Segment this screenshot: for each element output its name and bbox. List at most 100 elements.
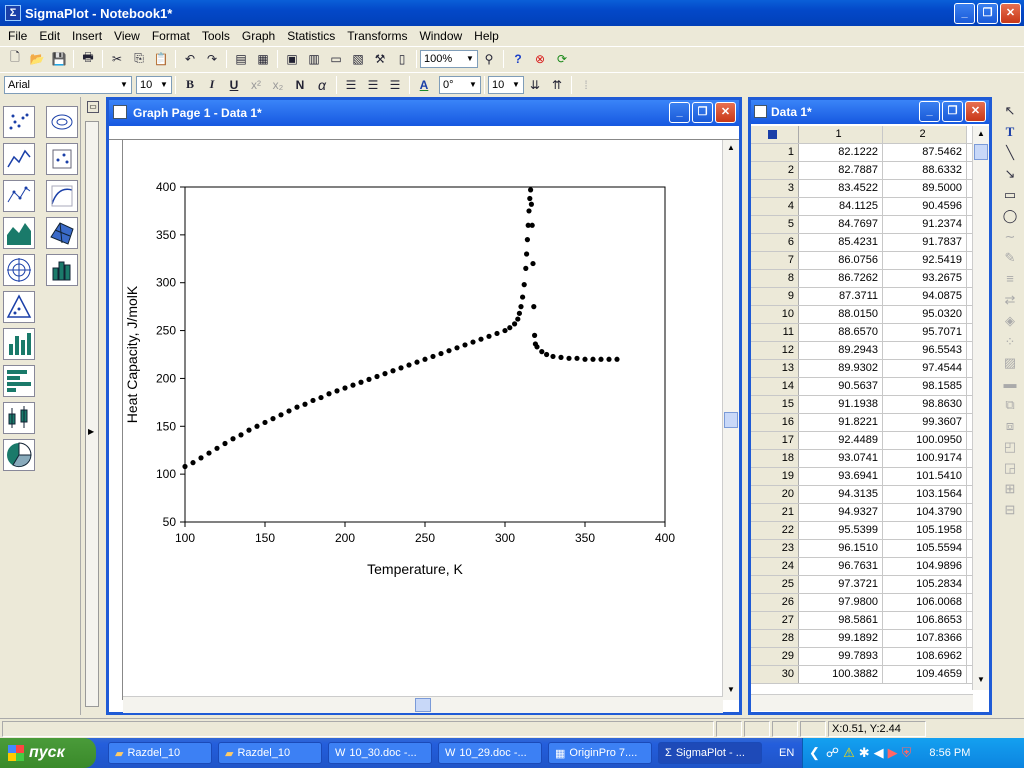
subscript-icon[interactable]: x₂ [267, 75, 289, 95]
table-cell[interactable]: 91.2374 [883, 216, 967, 233]
scroll-down-icon[interactable]: ▼ [724, 682, 738, 698]
rectangle-tool-icon[interactable]: ▭ [996, 184, 1024, 205]
row-header[interactable]: 27 [751, 612, 799, 629]
table-cell[interactable]: 93.0741 [799, 450, 883, 467]
dock-toggle-icon[interactable]: ▭ [87, 101, 99, 113]
table-cell[interactable]: 106.0068 [883, 594, 967, 611]
table-cell[interactable]: 96.1510 [799, 540, 883, 557]
menu-view[interactable]: View [108, 29, 146, 43]
menu-tools[interactable]: Tools [196, 29, 236, 43]
data-window-titlebar[interactable]: Data 1* _ ❐ ✕ [751, 100, 989, 124]
align-icon[interactable]: ⊞ [996, 478, 1024, 499]
table-cell[interactable]: 109.4659 [883, 666, 967, 683]
language-indicator[interactable]: EN [779, 747, 801, 759]
column-header-2[interactable]: 2 [883, 126, 967, 143]
row-header[interactable]: 8 [751, 270, 799, 287]
table-cell[interactable]: 99.1892 [799, 630, 883, 647]
row-header[interactable]: 10 [751, 306, 799, 323]
3d-scatter-icon[interactable] [46, 143, 78, 175]
table-cell[interactable]: 88.0150 [799, 306, 883, 323]
worksheet-icon[interactable]: ▦ [252, 49, 274, 69]
taskbar-item-doc-10-29[interactable]: W 10_29.doc -... [438, 742, 542, 764]
text-tool-icon[interactable]: T [996, 121, 1024, 142]
fill-icon[interactable]: ◈ [996, 310, 1024, 331]
scatter-plot-icon[interactable] [3, 106, 35, 138]
tray-arrow-icon[interactable]: ❮ [809, 745, 820, 761]
table-cell[interactable]: 96.7631 [799, 558, 883, 575]
table-cell[interactable]: 99.3607 [883, 414, 967, 431]
row-header[interactable]: 29 [751, 648, 799, 665]
expand-arrow-icon[interactable]: ▶ [88, 427, 94, 436]
grid-icon[interactable]: ⊟ [996, 499, 1024, 520]
antivirus-icon[interactable]: ⛨ [902, 745, 912, 761]
border-icon[interactable]: ▬ [996, 373, 1024, 394]
media-icon[interactable]: ▶ [888, 745, 898, 761]
graph-close-button[interactable]: ✕ [715, 102, 736, 123]
row-header[interactable]: 4 [751, 198, 799, 215]
taskbar-item-razdel-1[interactable]: ▰ Razdel_10 [108, 742, 212, 764]
contour-plot-icon[interactable] [46, 106, 78, 138]
table-cell[interactable]: 89.5000 [883, 180, 967, 197]
table-cell[interactable]: 87.5462 [883, 144, 967, 161]
table-cell[interactable]: 82.1222 [799, 144, 883, 161]
redo-icon[interactable]: ↷ [201, 49, 223, 69]
underline-button[interactable]: U [223, 75, 245, 95]
ungroup-icon[interactable]: ⧈ [996, 415, 1024, 436]
font-select[interactable]: Arial ▼ [4, 75, 132, 94]
start-button[interactable]: пуск [0, 738, 96, 768]
table-cell[interactable]: 88.6570 [799, 324, 883, 341]
table-cell[interactable]: 89.9302 [799, 360, 883, 377]
table-cell[interactable]: 91.1938 [799, 396, 883, 413]
table-cell[interactable]: 86.7262 [799, 270, 883, 287]
table-cell[interactable]: 91.8221 [799, 414, 883, 431]
scroll-up-icon[interactable]: ▲ [724, 140, 738, 156]
graph-minimize-button[interactable]: _ [669, 102, 690, 123]
table-cell[interactable]: 105.2834 [883, 576, 967, 593]
row-header[interactable]: 25 [751, 576, 799, 593]
security-icon[interactable]: ✱ [859, 745, 870, 761]
table-cell[interactable]: 89.2943 [799, 342, 883, 359]
close-button[interactable]: ✕ [1000, 3, 1021, 24]
line-plot-icon[interactable] [3, 143, 35, 175]
area-plot-icon[interactable] [3, 217, 35, 249]
polar-plot-icon[interactable] [3, 254, 35, 286]
font-size-select[interactable]: 10 ▼ [136, 75, 172, 94]
row-header[interactable]: 19 [751, 468, 799, 485]
menu-graph[interactable]: Graph [236, 29, 281, 43]
row-header[interactable]: 20 [751, 486, 799, 503]
table-cell[interactable]: 92.5419 [883, 252, 967, 269]
table-cell[interactable]: 94.9327 [799, 504, 883, 521]
table-cell[interactable]: 96.5543 [883, 342, 967, 359]
bring-front-icon[interactable]: ◰ [996, 436, 1024, 457]
row-header[interactable]: 16 [751, 414, 799, 431]
row-header[interactable]: 3 [751, 180, 799, 197]
row-header[interactable]: 23 [751, 540, 799, 557]
row-header[interactable]: 13 [751, 360, 799, 377]
row-header[interactable]: 1 [751, 144, 799, 161]
data-vertical-scrollbar[interactable]: ▲ ▼ [972, 126, 989, 690]
table-cell[interactable]: 83.4522 [799, 180, 883, 197]
table-cell[interactable]: 92.4489 [799, 432, 883, 449]
stop-icon[interactable]: ⊗ [529, 49, 551, 69]
cut-icon[interactable]: ✂ [106, 49, 128, 69]
scroll-thumb[interactable] [415, 698, 431, 712]
table-cell[interactable]: 104.3790 [883, 504, 967, 521]
table-cell[interactable]: 103.1564 [883, 486, 967, 503]
warning-icon[interactable]: ⚠ [843, 745, 855, 761]
send-back-icon[interactable]: ◲ [996, 457, 1024, 478]
graph-page-window[interactable]: Graph Page 1 - Data 1* _ ❐ ✕ 100 150 200 25… [106, 97, 742, 715]
ternary-plot-icon[interactable] [3, 291, 35, 323]
row-header[interactable]: 30 [751, 666, 799, 683]
worksheet-grid[interactable]: 1 2 1 82.1222 87.5462 2 82.7887 88.6332 3 83.4522… [751, 126, 973, 684]
table-cell[interactable]: 87.3711 [799, 288, 883, 305]
restore-button[interactable]: ❐ [977, 3, 998, 24]
row-header[interactable]: 11 [751, 324, 799, 341]
menu-statistics[interactable]: Statistics [281, 29, 341, 43]
table-cell[interactable]: 91.7837 [883, 234, 967, 251]
data-horizontal-scrollbar[interactable] [751, 694, 973, 711]
increase-spacing-icon[interactable]: ⇈ [546, 75, 568, 95]
scroll-thumb[interactable] [974, 144, 988, 160]
zoom-select[interactable]: 100% ▼ [420, 49, 478, 68]
text-color-icon[interactable]: A [413, 75, 435, 95]
menu-help[interactable]: Help [468, 29, 505, 43]
